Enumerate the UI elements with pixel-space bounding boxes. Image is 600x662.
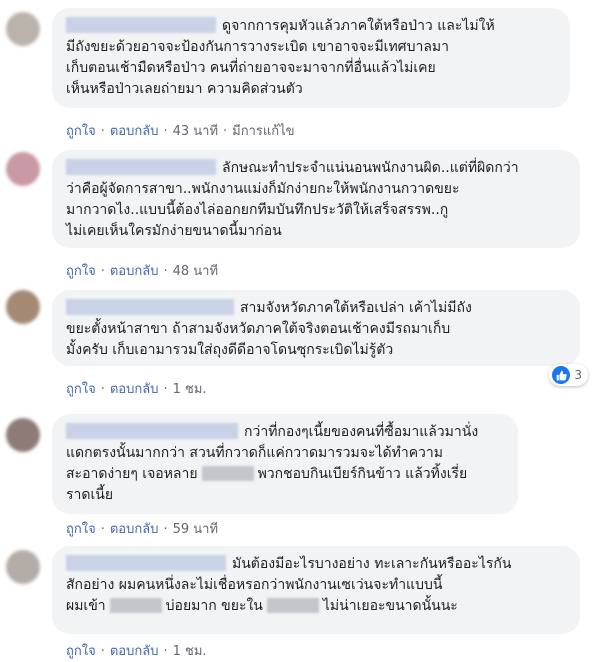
- like-link[interactable]: ถูกใจ: [66, 124, 96, 139]
- timestamp[interactable]: 1 ชม.: [173, 644, 207, 659]
- like-link[interactable]: ถูกใจ: [66, 644, 96, 659]
- comment-line: ว่าคือผู้จัดการสาขา..พนักงานแม่งก็มักง่า…: [66, 181, 460, 197]
- reaction-badge[interactable]: 3: [549, 364, 588, 386]
- comment-line: มันต้องมีอะไรบางอย่าง ทะเลาะกันหรืออะไรก…: [66, 554, 568, 575]
- author-name-redacted[interactable]: [66, 159, 216, 175]
- reply-link[interactable]: ตอบกลับ: [110, 644, 159, 659]
- comment-bubble: ดูจากการคุมหัวแล้วภาคใต้หรือป่าว และไม่ใ…: [52, 8, 570, 108]
- comment-actions: ถูกใจ · ตอบกลับ · 59 นาที: [66, 522, 219, 537]
- reply-link[interactable]: ตอบกลับ: [110, 264, 159, 279]
- comment-line: ลักษณะทำประจำแน่นอนพนักงานผิด..แต่ที่ผิด…: [66, 158, 568, 179]
- comment-line: มีถังขยะด้วยอาจจะป้องกันการวางระเบิด เขา…: [66, 39, 449, 55]
- comment-line: เห็นหรือป่าวเลยถ่ายมา ความคิดส่วนตัว: [66, 81, 303, 97]
- comment-line: กว่าที่กองๆเนี้ยของคนที่ซื้อมาแล้วมานั่ง: [66, 422, 506, 443]
- redacted-text: [266, 598, 319, 613]
- timestamp[interactable]: 48 นาที: [173, 264, 218, 279]
- comment-bubble: มันต้องมีอะไรบางอย่าง ทะเลาะกันหรืออะไรก…: [52, 546, 580, 634]
- avatar[interactable]: [6, 12, 40, 46]
- comment-bubble: กว่าที่กองๆเนี้ยของคนที่ซื้อมาแล้วมานั่ง…: [52, 414, 518, 514]
- comment-actions: ถูกใจ · ตอบกลับ · 43 นาที · มีการแก้ไข: [66, 124, 295, 139]
- timestamp[interactable]: 59 นาที: [173, 522, 218, 537]
- author-name-redacted[interactable]: [66, 423, 238, 439]
- redacted-text: [109, 598, 162, 613]
- comment-actions: ถูกใจ · ตอบกลับ · 48 นาที: [66, 264, 219, 279]
- comment-line: ผมเข้า บ่อยมาก ขยะใน ไม่น่าเยอะขนาดนั้นนะ: [66, 598, 458, 614]
- avatar[interactable]: [6, 152, 40, 186]
- avatar[interactable]: [6, 550, 40, 584]
- comment-actions: ถูกใจ · ตอบกลับ · 1 ชม.: [66, 644, 207, 659]
- avatar[interactable]: [6, 290, 40, 324]
- timestamp[interactable]: 1 ชม.: [173, 382, 207, 397]
- comment-line: ดูจากการคุมหัวแล้วภาคใต้หรือป่าว และไม่ใ…: [66, 16, 558, 37]
- author-name-redacted[interactable]: [66, 555, 226, 571]
- comment-line: เก็บตอนเช้ามืดหรือป่าว คนที่ถ่ายอาจจะมาจ…: [66, 60, 436, 76]
- comment-line: ราดเนี้ย: [66, 487, 114, 503]
- comment-actions: ถูกใจ · ตอบกลับ · 1 ชม.: [66, 382, 207, 397]
- comment-line: แดกตรงนั้นมากกว่า สวนที่กวาดก็แค่กวาดมาร…: [66, 445, 444, 461]
- redacted-text: [201, 466, 254, 481]
- comment-line: สักอย่าง ผมคนหนึ่งละไม่เชื่อหรอกว่าพนักง…: [66, 577, 443, 593]
- comment-line: มากวาดไง..แบบนี้ต้องไล่ออกยกทีมบันทึกประ…: [66, 202, 449, 218]
- comment-bubble: สามจังหวัดภาคใต้หรือเปล่า เค้าไม่มีถัง ข…: [52, 290, 580, 366]
- reply-link[interactable]: ตอบกลับ: [110, 124, 159, 139]
- comment-line: ขยะตั้งหน้าสาขา ถ้าสามจังหวัดภาคใต้จริงต…: [66, 321, 451, 337]
- reply-link[interactable]: ตอบกลับ: [110, 522, 159, 537]
- like-icon: [552, 366, 571, 384]
- comment-line: สามจังหวัดภาคใต้หรือเปล่า เค้าไม่มีถัง: [66, 298, 568, 319]
- comment-line: สะอาดง่ายๆ เจอหลาย พวกชอบกินเบียร์กินข้าว…: [66, 466, 468, 482]
- reaction-count: 3: [574, 368, 582, 382]
- avatar[interactable]: [6, 418, 40, 452]
- like-link[interactable]: ถูกใจ: [66, 382, 96, 397]
- comment-line: ไม่เคยเห็นใครมักง่ายขนาดนี้มาก่อน: [66, 223, 282, 239]
- comment-line: มั้งครับ เก็บเอามารวมใส่ถุงดีดีอาจโดนซุก…: [66, 342, 394, 358]
- author-name-redacted[interactable]: [66, 299, 234, 315]
- timestamp[interactable]: 43 นาที: [173, 124, 218, 139]
- edited-label[interactable]: มีการแก้ไข: [232, 124, 294, 139]
- like-link[interactable]: ถูกใจ: [66, 522, 96, 537]
- comment-bubble: ลักษณะทำประจำแน่นอนพนักงานผิด..แต่ที่ผิด…: [52, 150, 580, 248]
- like-link[interactable]: ถูกใจ: [66, 264, 96, 279]
- reply-link[interactable]: ตอบกลับ: [110, 382, 159, 397]
- author-name-redacted[interactable]: [66, 17, 216, 33]
